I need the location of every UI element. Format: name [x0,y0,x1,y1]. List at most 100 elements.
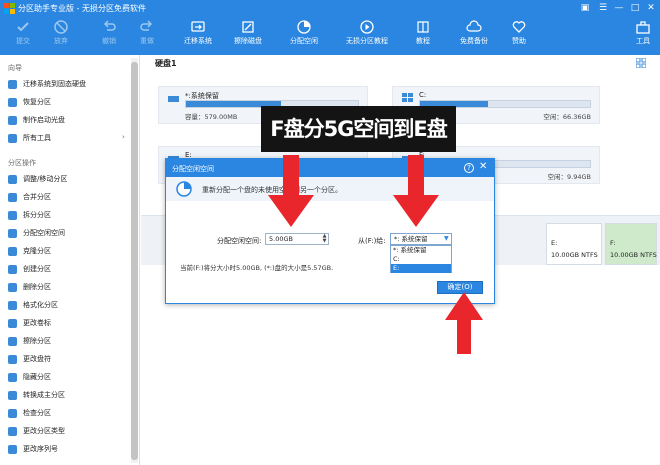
allocate-icon [297,20,311,34]
toolbar-erase-disk-button[interactable]: 擦除磁盘 [230,17,266,55]
book-icon [417,21,429,33]
drive-icon [168,96,179,102]
sidebar-item-change-label[interactable]: 更改卷标 [8,318,138,332]
close-button[interactable]: ✕ [644,2,658,15]
grid-view-icon[interactable] [636,58,646,68]
dialog-close-button[interactable]: ✕ [479,161,487,172]
menu-icon[interactable]: ☰ [596,2,610,15]
delete-icon [8,282,17,292]
partition-type-icon [8,426,17,436]
toolbox-icon [636,21,650,34]
allocate-icon [8,228,17,238]
recover-icon [8,97,17,107]
resize-icon [8,174,17,184]
dialog-header: 重新分配一个盘的未使用空间到另一个分区。 [166,177,494,201]
dropdown-option[interactable]: *: 系统保留 [391,246,451,255]
maximize-button[interactable]: □ [628,2,642,15]
sidebar-item-format[interactable]: 格式化分区 [8,300,138,314]
sidebar-item-change-type[interactable]: 更改分区类型 [8,426,138,440]
sidebar-section-wizard: 向导 [8,64,22,72]
play-icon [360,20,374,34]
sidebar-item-delete[interactable]: 删除分区 [8,282,138,296]
migrate-icon [8,79,17,89]
from-partition-select[interactable]: *: 系统保留 [390,233,452,245]
skin-icon[interactable]: ▣ [578,2,592,15]
arrow-down-icon [393,155,439,227]
sidebar-item-change-letter[interactable]: 更改盘符 [8,354,138,368]
title-bar: 分区助手专业版 - 无损分区免费软件 ▣ ☰ — □ ✕ [0,0,660,17]
chevron-right-icon: › [122,133,125,141]
sidebar-item-split[interactable]: 拆分分区 [8,210,138,224]
size-input[interactable] [265,233,329,245]
toolbar-tools-button[interactable]: 工具 [632,17,654,55]
disc-icon [8,115,17,125]
arrow-down-icon [268,155,314,227]
size-spinner-icon[interactable]: ▲ ▼ [321,234,328,244]
minimize-button[interactable]: — [612,2,626,15]
sidebar-item-clone[interactable]: 克隆分区 [8,246,138,260]
toolbar: 提交 放弃 撤销 重做 迁移系统 擦除磁盘 分配空闲 无损分区教程 教程 免费备… [0,17,660,55]
sidebar-item-change-serial[interactable]: 更改序列号 [8,444,138,458]
eraser-icon [242,21,254,33]
backup-icon [466,20,482,32]
sidebar-item-convert-primary[interactable]: 转换成主分区 [8,390,138,404]
annotation-banner: F盘分5G空间到E盘 [261,106,456,152]
check-icon [17,22,29,32]
undo-icon [103,20,116,31]
app-logo-icon [4,3,15,14]
merge-icon [8,192,17,202]
clone-icon [8,246,17,256]
sidebar-item-boot-disc[interactable]: 制作启动光盘 [8,115,138,129]
sidebar-item-merge[interactable]: 合并分区 [8,192,138,206]
toolbar-tutorial-button[interactable]: 教程 [412,17,434,55]
sidebar-item-resize-move[interactable]: 调整/移动分区 [8,174,138,188]
toolbar-migrate-button[interactable]: 迁移系统 [180,17,216,55]
toolbar-discard-button[interactable]: 放弃 [46,17,76,55]
sidebar-item-create[interactable]: 创建分区 [8,264,138,278]
convert-icon [8,390,17,400]
toolbar-commit-button[interactable]: 提交 [8,17,38,55]
sidebar-item-all-tools[interactable]: 所有工具 › [8,133,138,147]
disk-map-cell-f[interactable]: F: 10.00GB NTFS [605,223,657,265]
migrate-icon [191,21,205,32]
toolbar-undo-button[interactable]: 撤销 [94,17,124,55]
sidebar-item-recover-partition[interactable]: 恢复分区 [8,97,138,111]
check-icon [8,408,17,418]
help-icon[interactable]: ? [464,163,474,173]
sidebar-section-operations: 分区操作 [8,159,36,167]
toolbar-tutorial-video-button[interactable]: 无损分区教程 [342,17,392,55]
more-icon [8,133,17,143]
from-partition-dropdown: *: 系统保留 C: E: [390,245,452,273]
toolbar-sponsor-button[interactable]: 赞助 [508,17,530,55]
arrow-up-icon [445,292,483,354]
disk-label: 硬盘1 [155,59,177,68]
sidebar-item-migrate-ssd[interactable]: 迁移系统到固态硬盘 [8,79,138,93]
sidebar-item-allocate-free[interactable]: 分配空闲空间 [8,228,138,242]
pie-chart-icon [176,181,192,197]
format-icon [8,300,17,310]
sidebar-item-hide[interactable]: 隐藏分区 [8,372,138,386]
hide-icon [8,372,17,382]
allocate-space-dialog: 分配空闲空间 ? ✕ 重新分配一个盘的未使用空间到另一个分区。 分配空闲空间: … [165,158,495,304]
sidebar-item-wipe[interactable]: 擦除分区 [8,336,138,350]
window-title: 分区助手专业版 - 无损分区免费软件 [18,4,146,13]
redo-icon [140,20,153,31]
toolbar-backup-button[interactable]: 免费备份 [456,17,492,55]
split-icon [8,210,17,220]
drive-letter-icon [8,354,17,364]
size-label: 分配空闲空间: [217,237,262,245]
dialog-title-bar: 分配空闲空间 ? ✕ [166,159,494,177]
sidebar-item-check[interactable]: 检查分区 [8,408,138,422]
discard-icon [54,20,68,34]
sidebar-scrollbar-thumb[interactable] [131,62,138,460]
dropdown-option[interactable]: C: [391,255,451,264]
toolbar-redo-button[interactable]: 重做 [132,17,162,55]
create-icon [8,264,17,274]
dialog-title: 分配空闲空间 [172,165,214,173]
chevron-down-icon[interactable]: ▼ [444,235,449,242]
toolbar-allocate-button[interactable]: 分配空闲 [284,17,324,55]
disk-map-cell-e[interactable]: E: 10.00GB NTFS [546,223,602,265]
dropdown-option[interactable]: E: [391,264,451,273]
label-icon [8,318,17,328]
heart-icon [512,21,526,33]
